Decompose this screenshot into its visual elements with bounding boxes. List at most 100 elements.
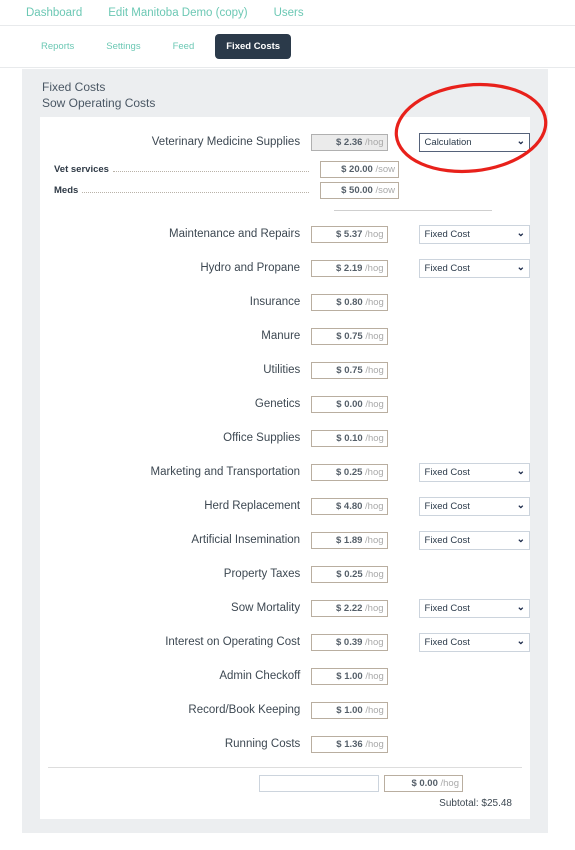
cost-subrow-label: Meds (48, 185, 320, 196)
cost-row-label: Office Supplies (223, 432, 301, 444)
cost-row-amount-input[interactable]: $ 1.36 /hog (311, 735, 388, 753)
cost-row: Office Supplies $ 0.10 /hog (40, 421, 530, 455)
chevron-down-icon: ⌄ (516, 136, 525, 147)
cost-row-amount-value: $ 2.22 (335, 602, 363, 614)
cost-type-dropdown-value: Fixed Cost (424, 262, 470, 274)
cost-row: Marketing and Transportation $ 0.25 /hog F… (40, 455, 530, 489)
cost-row-amount-value: $ 4.80 (335, 500, 363, 512)
cost-type-dropdown[interactable]: Fixed Cost ⌄ (418, 462, 530, 482)
chevron-down-icon: ⌄ (516, 466, 525, 477)
cost-subrow-amount-value: $ 20.00 (341, 164, 373, 175)
dotted-leader (112, 170, 309, 172)
cost-subrow-amount-unit: /sow (375, 164, 395, 175)
cost-type-dropdown-value: Fixed Cost (424, 636, 470, 648)
cost-row-amount-value: $ 0.75 (336, 330, 363, 342)
cost-row-label: Interest on Operating Cost (165, 636, 301, 648)
cost-row-amount-unit: /hog (365, 704, 384, 716)
cost-row-label: Herd Replacement (204, 500, 301, 512)
cost-row-amount-unit: /hog (365, 568, 384, 580)
cost-row-amount-value: $ 1.00 (336, 704, 363, 716)
cost-row-amount-value: $ 0.25 (336, 568, 363, 580)
cost-subrow-amount-input[interactable]: $ 20.00 /sow (320, 161, 399, 178)
cost-type-dropdown[interactable]: Fixed Cost ⌄ (418, 496, 530, 516)
cost-rows-container: Veterinary Medicine Supplies $ 2.36 /hog C… (40, 125, 530, 761)
cost-row-amount-unit: /hog (365, 534, 384, 546)
nav-link-users[interactable]: Users (274, 7, 304, 19)
cost-row-amount-input[interactable]: $ 0.80 /hog (311, 293, 388, 311)
chevron-down-icon: ⌄ (516, 500, 525, 511)
cost-row: Insurance $ 0.80 /hog (40, 285, 530, 319)
cost-row-amount-unit: /hog (365, 364, 384, 376)
cost-row-label: Marketing and Transportation (150, 466, 301, 478)
nav-link-dashboard[interactable]: Dashboard (26, 7, 82, 19)
new-cost-name-input[interactable] (259, 774, 379, 792)
cost-row: Artificial Insemination $ 1.89 /hog Fixed … (40, 523, 530, 557)
add-cost-row: $ 0.00 /hog (40, 768, 530, 798)
chevron-down-icon: ⌄ (516, 602, 525, 613)
cost-row-amount-input[interactable]: $ 0.00 /hog (311, 395, 388, 413)
tab-fixed-costs[interactable]: Fixed Costs (215, 34, 292, 59)
cost-subrow: Vet services $ 20.00 /sow (40, 159, 530, 180)
cost-row-amount-input[interactable]: $ 0.39 /hog (311, 633, 388, 651)
cost-row-label: Record/Book Keeping (188, 704, 301, 716)
nav-link-edit-manitoba-demo[interactable]: Edit Manitoba Demo (copy) (108, 7, 247, 19)
cost-row: Utilities $ 0.75 /hog (40, 353, 530, 387)
cost-row-amount-value: $ 0.10 (336, 432, 363, 444)
card-subtitle: Sow Operating Costs (42, 96, 156, 110)
new-cost-amount-input[interactable]: $ 0.00 /hog (384, 774, 463, 792)
cost-row: Running Costs $ 1.36 /hog (40, 727, 530, 761)
cost-subrow-label: Vet services (48, 164, 320, 175)
cost-row: Maintenance and Repairs $ 5.37 /hog Fixed … (40, 217, 530, 251)
cost-subrow-label-text: Vet services (54, 164, 109, 175)
cost-row-amount-input[interactable]: $ 1.00 /hog (311, 667, 388, 685)
cost-row-amount-value: $ 0.00 (336, 398, 363, 410)
cost-type-dropdown[interactable]: Fixed Cost ⌄ (418, 598, 530, 618)
cost-type-dropdown[interactable]: Fixed Cost ⌄ (418, 258, 530, 278)
cost-row: Interest on Operating Cost $ 0.39 /hog Fix… (40, 625, 530, 659)
cost-row-label: Property Taxes (223, 568, 301, 580)
dotted-leader (82, 191, 309, 193)
cost-type-dropdown[interactable]: Fixed Cost ⌄ (418, 530, 530, 550)
cost-type-dropdown[interactable]: Fixed Cost ⌄ (418, 632, 530, 652)
cost-row: Herd Replacement $ 4.80 /hog Fixed Cost ⌄ (40, 489, 530, 523)
cost-row-amount-input[interactable]: $ 1.00 /hog (311, 701, 388, 719)
chevron-down-icon: ⌄ (516, 534, 525, 545)
cost-row-amount-input[interactable]: $ 2.19 /hog (311, 259, 388, 277)
cost-row-amount-input[interactable]: $ 0.75 /hog (311, 361, 388, 379)
cost-row-amount-input[interactable]: $ 1.89 /hog (311, 531, 388, 549)
cost-subrow-amount-input[interactable]: $ 50.00 /sow (320, 182, 399, 199)
new-cost-amount-value: $ 0.00 (411, 777, 438, 789)
cost-row-amount-unit: /hog (365, 228, 384, 240)
cost-type-dropdown[interactable]: Calculation ⌄ (418, 132, 530, 152)
cost-row-amount-value: $ 0.80 (336, 296, 363, 308)
sub-navigation-tabs: Reports Settings Feed Fixed Costs (0, 26, 575, 68)
cost-row-amount-input[interactable]: $ 4.80 /hog (311, 497, 388, 515)
new-cost-amount-unit: /hog (440, 777, 460, 789)
cost-row-amount-unit: /hog (365, 432, 384, 444)
cost-row-label: Admin Checkoff (219, 670, 301, 682)
cost-row-amount-value: $ 2.19 (335, 262, 363, 274)
cost-row-amount-value: $ 0.39 (335, 636, 363, 648)
card-title: Fixed Costs (42, 80, 106, 94)
cost-row-amount-input[interactable]: $ 0.75 /hog (311, 327, 388, 345)
cost-row-label: Sow Mortality (231, 602, 301, 614)
cost-row-amount-input[interactable]: $ 0.10 /hog (311, 429, 388, 447)
cost-row-amount-input[interactable]: $ 0.25 /hog (311, 565, 388, 583)
cost-row-amount-unit: /hog (365, 738, 384, 750)
tab-feed[interactable]: Feed (162, 34, 206, 59)
cost-row-amount-input[interactable]: $ 0.25 /hog (311, 463, 388, 481)
cost-row-amount-input[interactable]: $ 5.37 /hog (311, 225, 388, 243)
cost-row-amount-unit: /hog (365, 670, 384, 682)
cost-row-amount-input: $ 2.36 /hog (311, 133, 388, 151)
cost-subrow-amount-value: $ 50.00 (341, 185, 373, 196)
cost-row-amount-unit: /hog (365, 500, 384, 512)
cost-subrow-amount-unit: /sow (375, 185, 395, 196)
tab-reports[interactable]: Reports (30, 34, 85, 59)
cost-row-amount-input[interactable]: $ 2.22 /hog (311, 599, 388, 617)
cost-row: Admin Checkoff $ 1.00 /hog (40, 659, 530, 693)
cost-type-dropdown-value: Fixed Cost (424, 228, 470, 240)
tab-settings[interactable]: Settings (95, 34, 151, 59)
cost-type-dropdown[interactable]: Fixed Cost ⌄ (418, 224, 530, 244)
fixed-costs-card: Fixed Costs Sow Operating Costs Veterina… (22, 69, 548, 833)
cost-row: Veterinary Medicine Supplies $ 2.36 /hog C… (40, 125, 530, 159)
